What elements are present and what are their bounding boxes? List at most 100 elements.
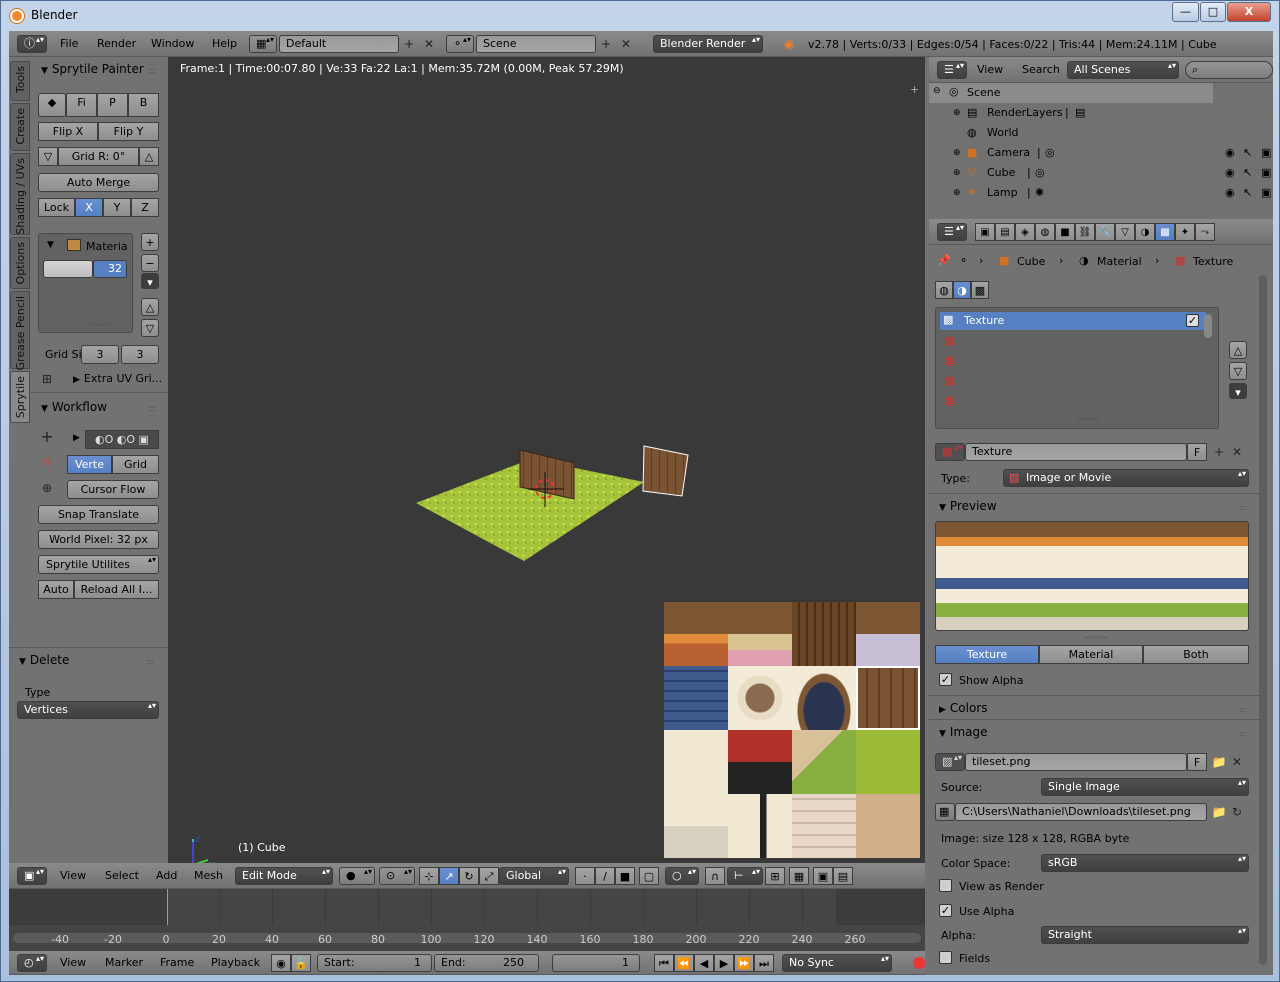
layout-name-field[interactable]: Default [279, 35, 399, 53]
timeline-editor[interactable]: -40 -20 0 20 40 60 80 100 120 140 160 180 200 220 240 2… [9, 889, 925, 951]
image-source-select[interactable]: Single Image [1041, 778, 1249, 796]
use-alpha-checkbox[interactable]: ✓ [939, 904, 952, 917]
auto-merge-button[interactable]: Auto Merge [38, 173, 159, 192]
axis-y-button[interactable]: Y [103, 198, 131, 217]
render-opengl-icon[interactable]: ▣ [813, 867, 833, 885]
menu-window[interactable]: Window [151, 37, 194, 50]
remove-layout-icon[interactable]: ✕ [421, 36, 437, 52]
tab-object-icon[interactable]: ■ [1055, 223, 1075, 241]
extra-uv-grid-toggle[interactable]: ▶ Extra UV Gri... [73, 372, 162, 385]
menu-add[interactable]: Add [156, 869, 177, 882]
timeline-scrollbar[interactable] [13, 933, 921, 943]
add-material-icon[interactable]: + [141, 233, 159, 251]
tile-red-brick[interactable] [728, 730, 792, 794]
colors-panel-header[interactable]: ▶ Colors [939, 701, 988, 715]
jump-keyframe-forward-icon[interactable]: ⏩ [734, 954, 754, 972]
remove-material-icon[interactable]: − [141, 254, 159, 272]
tile-wood-roof[interactable] [664, 602, 728, 666]
screen-layout-icon[interactable]: ▦ [249, 35, 277, 53]
preview-tab-texture[interactable]: Texture [935, 645, 1039, 664]
new-texture-icon[interactable]: + [1211, 444, 1227, 460]
tab-texture-icon[interactable]: ▩ [1155, 223, 1175, 241]
image-name-field[interactable]: tileset.png [965, 753, 1187, 771]
tab-modifiers-icon[interactable]: 🔧 [1095, 223, 1115, 241]
unlink-image-icon[interactable]: ✕ [1229, 754, 1245, 770]
tab-options[interactable]: Options [10, 237, 30, 289]
outliner-row-world[interactable]: ◍ World [929, 123, 1209, 143]
empty-slot-icon[interactable]: ▩ [944, 374, 954, 387]
menu-frame[interactable]: Frame [160, 956, 194, 969]
image-panel-header[interactable]: ▼ Image [939, 725, 988, 739]
manipulator-toggle-icon[interactable]: ⊹ [419, 867, 439, 885]
texture-name-field[interactable]: Texture [965, 443, 1187, 461]
tile-awning[interactable] [728, 602, 792, 666]
tab-tools[interactable]: Tools [10, 61, 30, 101]
minimize-button[interactable]: — [1172, 2, 1199, 22]
view-as-render-checkbox[interactable] [939, 879, 952, 892]
tile-blue-brick[interactable] [664, 666, 728, 730]
tab-constraints-icon[interactable]: ⛓ [1075, 223, 1095, 241]
frame-start-field[interactable]: Start: 1 [317, 954, 432, 972]
viewport-shading-icon[interactable]: ● [339, 867, 375, 885]
image-filepath-field[interactable]: C:\Users\Nathaniel\Downloads\tileset.png [955, 803, 1207, 821]
sprytile-panel-header[interactable]: ▼ Sprytile Painter [41, 62, 144, 76]
tab-shading-uvs[interactable]: Shading / UVs [10, 153, 30, 235]
texture-move-up-icon[interactable]: △ [1229, 341, 1247, 359]
snap-target-icon[interactable]: ⊞ [765, 867, 785, 885]
tab-scene-icon[interactable]: ◈ [1015, 223, 1035, 241]
texture-slot-active[interactable]: ▩ Texture ✓ [940, 312, 1206, 330]
remove-scene-icon[interactable]: ✕ [618, 36, 634, 52]
outliner-row-lamp[interactable]: ⊕ ☀ Lamp | ✺ ◉ ↖ ▣ [929, 183, 1273, 203]
mode-build-button[interactable]: B [128, 93, 159, 117]
preview-tab-both[interactable]: Both [1143, 645, 1249, 664]
image-fake-user-button[interactable]: F [1187, 753, 1207, 771]
material-specials-icon[interactable]: ▾ [141, 273, 159, 289]
snap-element-icon[interactable]: ⊢ [727, 867, 763, 885]
browse-file-icon[interactable]: 📁 [1211, 804, 1227, 820]
lock-button[interactable]: Lock [38, 198, 75, 217]
menu-render[interactable]: Render [97, 37, 136, 50]
delete-panel-header[interactable]: ▼ Delete [19, 653, 69, 667]
menu-select[interactable]: Select [105, 869, 139, 882]
pack-icon[interactable]: ▦ [935, 803, 955, 821]
menu-file[interactable]: File [60, 37, 78, 50]
tile-wood-door-selected[interactable] [856, 666, 920, 730]
editor-type-properties-icon[interactable]: ☰ [937, 223, 967, 241]
mode-paint-button[interactable]: P [97, 93, 128, 117]
sprytile-utilities-menu[interactable]: Sprytile Utilites [38, 555, 159, 574]
add-scene-icon[interactable]: + [598, 36, 614, 52]
outliner-search-input[interactable]: ⌕ [1185, 61, 1273, 79]
tab-world-icon[interactable]: ◍ [1035, 223, 1055, 241]
scale-manipulator-icon[interactable]: ⤢ [479, 867, 499, 885]
material-tile-size-field[interactable]: 32 [93, 260, 127, 278]
tab-create[interactable]: Create [10, 103, 30, 151]
workflow-mode-toggle[interactable]: ◐O ◐O ▣ [85, 430, 159, 449]
outliner-row-camera[interactable]: ⊕ ■ Camera | ◎ ◉ ↖ ▣ [929, 143, 1273, 163]
texture-slot-list[interactable]: ▩ Texture ✓ ▩ ▩ ▩ ▩ ==== [935, 307, 1219, 429]
properties-scrollbar[interactable] [1259, 275, 1267, 965]
play-icon[interactable]: ▶ [714, 954, 734, 972]
editor-type-timeline-icon[interactable]: ◴ [17, 954, 47, 972]
outliner-row-cube[interactable]: ⊕ ▽ Cube | ◎ ◉ ↖ ▣ [929, 163, 1273, 183]
editor-type-outliner-icon[interactable]: ☰ [937, 61, 967, 79]
auto-reload-button[interactable]: Auto [38, 580, 74, 599]
grid-size-y-field[interactable]: 3 [121, 345, 159, 364]
preview-panel-header[interactable]: ▼ Preview [939, 499, 997, 513]
tab-render-icon[interactable]: ▣ [975, 223, 995, 241]
snap-grid-button[interactable]: Grid [112, 455, 159, 474]
flip-x-button[interactable]: Flip X [38, 122, 98, 141]
translate-manipulator-icon[interactable]: ↗ [439, 867, 459, 885]
snap-toggle-icon[interactable]: ∩ [705, 867, 725, 885]
rotate-right-icon[interactable]: △ [139, 147, 159, 166]
tab-sprytile[interactable]: Sprytile [10, 371, 30, 423]
fake-user-button[interactable]: F [1187, 443, 1207, 461]
proportional-edit-icon[interactable]: ○ [665, 867, 699, 885]
tile-pink-stone[interactable] [792, 794, 856, 858]
outliner-row-renderlayers[interactable]: ⊕ ▤ RenderLayers | ▤ [929, 103, 1209, 123]
texture-move-down-icon[interactable]: ▽ [1229, 362, 1247, 380]
alpha-mode-select[interactable]: Straight [1041, 926, 1249, 944]
expand-icon[interactable]: ▶ [73, 433, 80, 443]
workflow-panel-header[interactable]: ▼ Workflow [41, 400, 107, 414]
close-button[interactable]: X [1227, 2, 1271, 22]
add-layout-icon[interactable]: + [401, 36, 417, 52]
